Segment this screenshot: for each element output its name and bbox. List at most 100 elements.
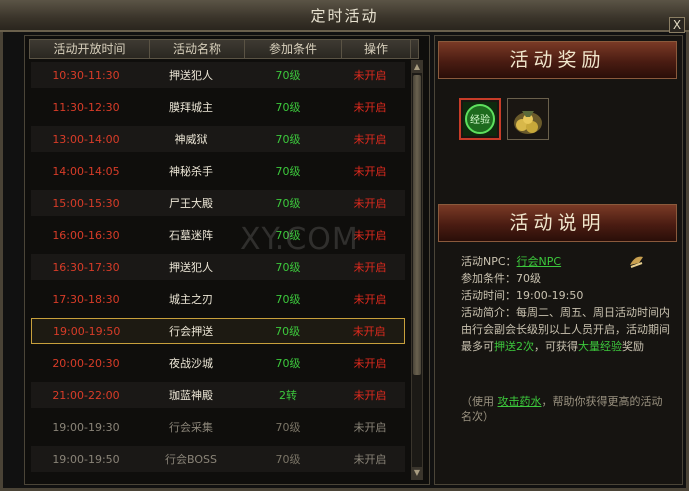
row-time: 19:00-19:50: [52, 452, 120, 466]
title-bar: 定时活动 X: [0, 0, 689, 33]
row-status[interactable]: 未开启: [335, 259, 405, 275]
row-name: 珈蓝神殿: [169, 389, 213, 402]
row-time: 21:00-22:00: [52, 388, 120, 402]
row-status[interactable]: 未开启: [335, 419, 405, 435]
activity-table-panel: 活动开放时间 活动名称 参加条件 操作 10:30-11:30 押送犯人 70级 未开…: [24, 35, 430, 485]
table-scrollbar[interactable]: ▲ ▼: [411, 60, 423, 480]
row-name: 押送犯人: [169, 261, 213, 274]
header-name: 活动名称: [150, 40, 245, 58]
activity-detail-panel: 活动奖励 经验 活动说明 活动NPC：行会NPC 参加条件：70级 活动时间：1…: [434, 35, 683, 485]
intro-text: 活动简介：每周二、周五、周日活动时间内由行会副会长级别以上人员开启，活动期间最多…: [461, 304, 671, 355]
row-status[interactable]: 未开启: [335, 195, 405, 211]
table-row[interactable]: 13:00-14:00 神威狱 70级 未开启: [31, 126, 405, 152]
exp-icon: 经验: [463, 102, 497, 136]
intro-part-b: 押送2次: [494, 340, 534, 353]
desc-title: 活动说明: [509, 212, 606, 234]
desc-banner: 活动说明: [438, 204, 677, 242]
row-time: 16:30-17:30: [52, 260, 120, 274]
row-level: 70级: [275, 165, 301, 178]
row-name: 膜拜城主: [169, 101, 213, 114]
row-level: 70级: [275, 357, 301, 370]
gold-bag-icon: [514, 111, 542, 134]
potion-note: （使用 攻击药水，帮助你获得更高的活动名次）: [461, 394, 671, 424]
row-level: 70级: [275, 197, 301, 210]
row-status[interactable]: 未开启: [335, 387, 405, 403]
row-level: 2转: [279, 389, 297, 402]
row-name: 夜战沙城: [169, 357, 213, 370]
row-level: 70级: [275, 261, 301, 274]
cond-label: 参加条件：: [461, 272, 516, 285]
scroll-down-icon[interactable]: ▼: [412, 467, 422, 479]
row-name: 行会采集: [169, 421, 213, 434]
row-status[interactable]: 未开启: [335, 131, 405, 147]
potion-link[interactable]: 攻击药水: [498, 395, 542, 408]
row-status[interactable]: 未开启: [335, 291, 405, 307]
intro-part-d: 大量经验: [578, 340, 622, 353]
table-row[interactable]: 11:30-12:30 膜拜城主 70级 未开启: [31, 94, 405, 120]
row-level: 70级: [275, 421, 301, 434]
note-part-a: （使用: [461, 395, 498, 408]
table-row[interactable]: 20:00-20:30 夜战沙城 70级 未开启: [31, 350, 405, 376]
row-status[interactable]: 未开启: [335, 355, 405, 371]
scroll-up-icon[interactable]: ▲: [412, 61, 422, 73]
reward-items: 经验: [459, 98, 549, 140]
table-row[interactable]: 17:30-18:30 城主之刃 70级 未开启: [31, 286, 405, 312]
table-row[interactable]: 10:30-11:30 押送犯人 70级 未开启: [31, 62, 405, 88]
row-level: 70级: [275, 133, 301, 146]
row-status[interactable]: 未开启: [335, 163, 405, 179]
reward-title: 活动奖励: [509, 49, 606, 71]
row-status[interactable]: 未开启: [335, 451, 405, 467]
row-level: 70级: [275, 293, 301, 306]
table-row[interactable]: 19:00-19:50 行会押送 70级 未开启: [31, 318, 405, 344]
row-status[interactable]: 未开启: [335, 67, 405, 83]
row-time: 10:30-11:30: [52, 68, 120, 82]
table-row[interactable]: 16:30-17:30 押送犯人 70级 未开启: [31, 254, 405, 280]
npc-label: 活动NPC：: [461, 255, 517, 268]
window-title: 定时活动: [310, 7, 379, 25]
row-name: 神威狱: [174, 133, 208, 146]
row-level: 70级: [275, 69, 301, 82]
row-time: 19:00-19:30: [52, 420, 120, 434]
table-row[interactable]: 15:00-15:30 尸王大殿 70级 未开启: [31, 190, 405, 216]
row-time: 20:00-20:30: [52, 356, 120, 370]
row-status[interactable]: 未开启: [335, 99, 405, 115]
time-line: 活动时间：19:00-19:50: [461, 287, 671, 304]
row-name: 城主之刃: [169, 293, 213, 306]
row-name: 石墓迷阵: [169, 229, 213, 242]
intro-label: 活动简介：: [461, 306, 516, 319]
svg-text:经验: 经验: [470, 113, 490, 126]
row-time: 16:00-16:30: [52, 228, 120, 242]
row-name: 押送犯人: [169, 69, 213, 82]
time-label: 活动时间：: [461, 289, 516, 302]
row-time: 17:30-18:30: [52, 292, 120, 306]
reward-item-exp[interactable]: 经验: [459, 98, 501, 140]
watermark: XY.COM: [240, 222, 359, 257]
row-time: 13:00-14:00: [52, 132, 120, 146]
table-row[interactable]: 19:00-19:30 行会采集 70级 未开启: [31, 414, 405, 440]
table-header: 活动开放时间 活动名称 参加条件 操作: [29, 39, 419, 59]
row-name: 行会押送: [169, 325, 214, 338]
header-action: 操作: [342, 40, 411, 58]
intro-part-c: ，可获得: [534, 340, 578, 353]
table-row[interactable]: 21:00-22:00 珈蓝神殿 2转 未开启: [31, 382, 405, 408]
row-time: 11:30-12:30: [52, 100, 120, 114]
row-status[interactable]: 未开启: [334, 323, 404, 339]
table-row[interactable]: 19:00-19:50 行会BOSS 70级 未开启: [31, 446, 405, 472]
npc-line: 活动NPC：行会NPC: [461, 253, 671, 270]
row-level: 70级: [275, 325, 301, 338]
table-row[interactable]: 14:00-14:05 神秘杀手 70级 未开启: [31, 158, 405, 184]
header-time: 活动开放时间: [30, 40, 150, 58]
header-condition: 参加条件: [245, 40, 342, 58]
row-time: 14:00-14:05: [52, 164, 120, 178]
desc-content: 活动NPC：行会NPC 参加条件：70级 活动时间：19:00-19:50 活动…: [461, 253, 671, 355]
row-level: 70级: [275, 453, 301, 466]
reward-item-gold[interactable]: [507, 98, 549, 140]
row-time: 19:00-19:50: [53, 324, 121, 338]
row-name: 神秘杀手: [169, 165, 213, 178]
fly-shoe-icon[interactable]: [627, 251, 647, 276]
close-button[interactable]: X: [669, 17, 685, 33]
intro-part-e: 奖励: [622, 340, 644, 353]
npc-link[interactable]: 行会NPC: [517, 255, 562, 268]
row-name: 尸王大殿: [169, 197, 213, 210]
scroll-thumb[interactable]: [413, 75, 421, 375]
